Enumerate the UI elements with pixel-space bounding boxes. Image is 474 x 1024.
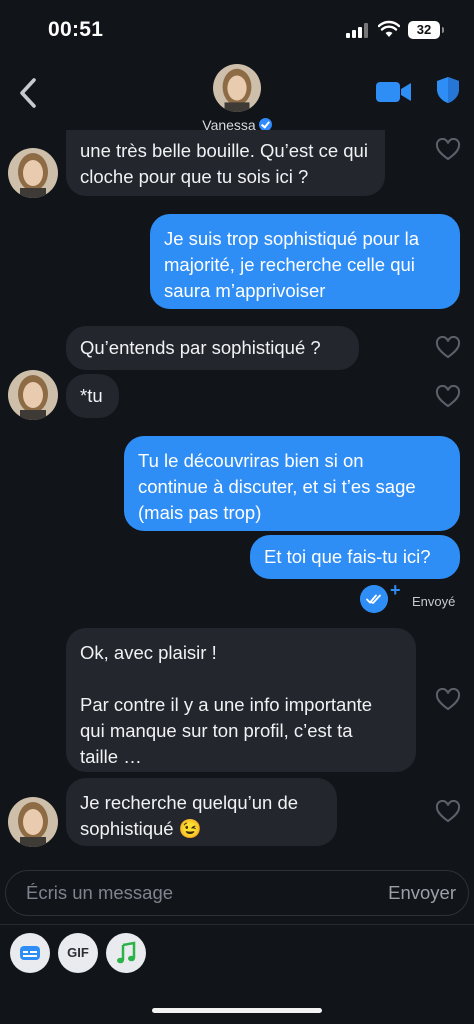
message-bubble-outgoing[interactable]: Je suis trop sophistiqué pour la majorit…	[150, 214, 460, 309]
message-bubble-incoming[interactable]: Ok, avec plaisir ! Par contre il y a une…	[66, 628, 416, 772]
delivery-status: + Envoyé	[360, 580, 470, 614]
message-bubble-outgoing[interactable]: Tu le découvriras bien si on continue à …	[124, 436, 460, 531]
heart-icon[interactable]	[435, 800, 461, 824]
contact-avatar-small[interactable]	[8, 148, 58, 198]
chat-header: Vanessa	[0, 60, 474, 138]
heart-icon[interactable]	[435, 688, 461, 712]
home-indicator	[152, 1008, 322, 1013]
battery-icon: 32	[408, 21, 444, 39]
message-bubble-incoming[interactable]: Je recherche quelqu’un de sophistiqué 😉	[66, 778, 337, 846]
signal-icon	[346, 22, 370, 38]
contact-avatar-small[interactable]	[8, 797, 58, 847]
contact-avatar[interactable]	[213, 64, 261, 112]
message-bubble-incoming[interactable]: *tu	[66, 374, 119, 418]
divider	[0, 924, 474, 925]
status-time: 00:51	[48, 18, 104, 41]
heart-icon[interactable]	[435, 385, 461, 409]
shield-icon[interactable]	[436, 76, 460, 104]
gif-button[interactable]: GIF	[58, 933, 98, 973]
chat-card-icon	[20, 946, 40, 960]
heart-icon[interactable]	[435, 336, 461, 360]
message-bubble-incoming[interactable]: une très belle bouille. Qu’est ce qui cl…	[66, 130, 385, 196]
heart-icon[interactable]	[435, 138, 461, 162]
message-bubble-incoming[interactable]: Qu’entends par sophistiqué ?	[66, 326, 359, 370]
plus-icon[interactable]: +	[390, 580, 401, 601]
delivery-status-label: Envoyé	[412, 594, 456, 609]
video-call-icon[interactable]	[376, 80, 412, 104]
message-input[interactable]	[26, 871, 356, 915]
sticker-button[interactable]	[10, 933, 50, 973]
send-button[interactable]: Envoyer	[388, 882, 456, 904]
message-bubble-outgoing[interactable]: Et toi que fais-tu ici?	[250, 535, 460, 579]
music-note-icon	[117, 941, 136, 964]
back-arrow-icon[interactable]	[14, 76, 42, 110]
contact-avatar-small[interactable]	[8, 370, 58, 420]
music-button[interactable]	[106, 933, 146, 973]
wifi-icon	[378, 20, 400, 37]
status-bar: 00:51 32	[0, 0, 474, 60]
read-receipt-icon	[360, 585, 388, 613]
message-composer: Envoyer	[5, 870, 469, 916]
